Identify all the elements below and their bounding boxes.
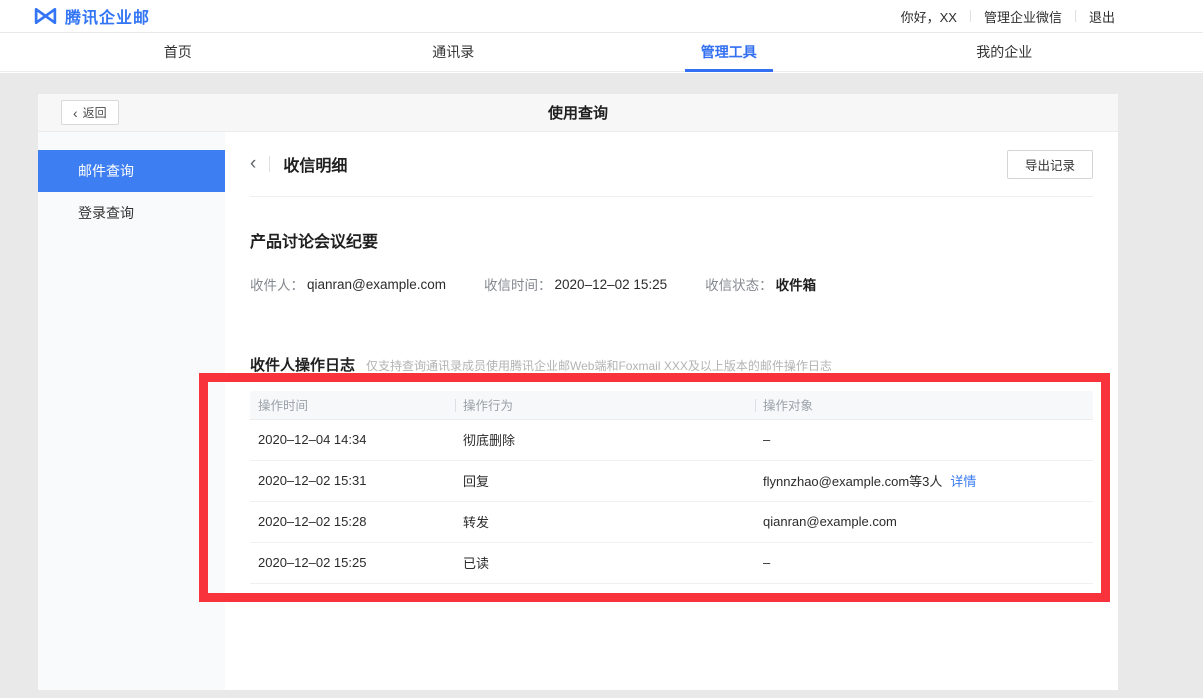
sidebar-item-login-query[interactable]: 登录查询 [38, 192, 225, 234]
tab-contacts[interactable]: 通讯录 [316, 33, 592, 71]
log-section-header: 收件人操作日志 仅支持查询通讯录成员使用腾讯企业邮Web端和Foxmail XX… [250, 354, 1093, 375]
brand-name: 腾讯企业邮 [65, 4, 150, 28]
divider [1075, 10, 1076, 22]
detail-header: ‹ 收信明细 导出记录 [250, 132, 1093, 197]
chevron-left-icon: ‹ [73, 106, 78, 120]
log-table-head: 操作时间 操作行为 操作对象 [250, 391, 1093, 419]
usage-query-titlebar: ‹ 返回 使用查询 [38, 94, 1118, 132]
cell-operation-action: 已读 [455, 542, 755, 583]
cell-operation-time: 2020–12–04 14:34 [250, 419, 455, 460]
log-table-body: 2020–12–04 14:34 彻底删除 – 2020–12–02 15:31… [250, 419, 1093, 583]
col-header-target: 操作对象 [755, 391, 1093, 419]
operation-log-table: 操作时间 操作行为 操作对象 2020–12–04 14:34 彻底删除 [250, 391, 1093, 584]
meta-value: 收件箱 [776, 274, 817, 294]
main-nav: 首页 通讯录 管理工具 我的企业 [0, 33, 1203, 72]
exmail-logo-icon [33, 7, 58, 25]
top-bar-right: 你好，XX 管理企业微信 退出 [901, 7, 1115, 26]
col-header-time: 操作时间 [250, 391, 455, 419]
back-button[interactable]: ‹ 返回 [61, 100, 119, 125]
divider [970, 10, 971, 22]
meta-value: 2020–12–02 15:25 [555, 277, 668, 292]
export-records-button[interactable]: 导出记录 [1007, 150, 1093, 179]
brand-logo: 腾讯企业邮 [33, 4, 150, 28]
meta-recipient: 收件人： qianran@example.com [250, 274, 446, 294]
mail-subject: 产品讨论会议纪要 [250, 228, 1093, 252]
table-row: 2020–12–02 15:25 已读 – [250, 542, 1093, 583]
meta-label: 收件人： [250, 274, 304, 294]
user-greeting: 你好，XX [901, 7, 957, 26]
page: 腾讯企业邮 你好，XX 管理企业微信 退出 首页 通讯录 管理工具 我的企业 ‹… [0, 0, 1203, 698]
tab-my-company[interactable]: 我的企业 [867, 33, 1143, 71]
sidebar: 邮件查询 登录查询 [38, 132, 225, 690]
cell-operation-action: 彻底删除 [455, 419, 755, 460]
table-row: 2020–12–02 15:31 回复 flynnzhao@example.co… [250, 460, 1093, 501]
cell-operation-action: 回复 [455, 460, 755, 501]
panel-body: 邮件查询 登录查询 ‹ 收信明细 导出记录 产品讨论会议纪要 收件人： qian… [38, 132, 1118, 690]
table-row: 2020–12–04 14:34 彻底删除 – [250, 419, 1093, 460]
meta-label: 收信时间： [484, 274, 552, 294]
cell-operation-time: 2020–12–02 15:28 [250, 501, 455, 542]
detail-back-icon[interactable]: ‹ [250, 154, 256, 175]
meta-receive-time: 收信时间： 2020–12–02 15:25 [484, 274, 667, 294]
detail-link[interactable]: 详情 [950, 474, 976, 489]
table-row: 2020–12–02 15:28 转发 qianran@example.com [250, 501, 1093, 542]
mail-meta-row: 收件人： qianran@example.com 收信时间： 2020–12–0… [250, 274, 1093, 294]
sidebar-item-mail-query[interactable]: 邮件查询 [38, 150, 225, 192]
tab-home[interactable]: 首页 [40, 33, 316, 71]
content-panel: ‹ 返回 使用查询 邮件查询 登录查询 ‹ 收信明细 导出记录 产品讨论会议纪要 [38, 94, 1118, 690]
logout-link[interactable]: 退出 [1089, 7, 1115, 26]
cell-operation-target: flynnzhao@example.com等3人详情 [755, 460, 1093, 501]
manage-wework-link[interactable]: 管理企业微信 [984, 7, 1062, 26]
log-section-title: 收件人操作日志 [250, 354, 355, 375]
cell-operation-target: qianran@example.com [755, 501, 1093, 542]
cell-operation-time: 2020–12–02 15:25 [250, 542, 455, 583]
target-text: flynnzhao@example.com等3人 [763, 474, 942, 489]
target-text: qianran@example.com [763, 514, 897, 529]
meta-receive-status: 收信状态： 收件箱 [705, 274, 816, 294]
page-title: 使用查询 [38, 102, 1118, 123]
cell-operation-action: 转发 [455, 501, 755, 542]
cell-operation-target: – [755, 542, 1093, 583]
target-text: – [763, 432, 770, 447]
top-bar: 腾讯企业邮 你好，XX 管理企业微信 退出 [0, 0, 1203, 33]
header-row: 操作时间 操作行为 操作对象 [250, 391, 1093, 419]
back-button-label: 返回 [83, 104, 107, 121]
meta-value: qianran@example.com [307, 277, 446, 292]
col-header-action: 操作行为 [455, 391, 755, 419]
cell-operation-target: – [755, 419, 1093, 460]
cell-operation-time: 2020–12–02 15:31 [250, 460, 455, 501]
divider [269, 156, 270, 172]
meta-label: 收信状态： [705, 274, 773, 294]
tab-admin-tools[interactable]: 管理工具 [591, 33, 867, 71]
main-content: ‹ 收信明细 导出记录 产品讨论会议纪要 收件人： qianran@exampl… [225, 132, 1118, 690]
log-section-note: 仅支持查询通讯录成员使用腾讯企业邮Web端和Foxmail XXX及以上版本的邮… [366, 357, 832, 374]
target-text: – [763, 555, 770, 570]
detail-title: 收信明细 [283, 152, 347, 176]
